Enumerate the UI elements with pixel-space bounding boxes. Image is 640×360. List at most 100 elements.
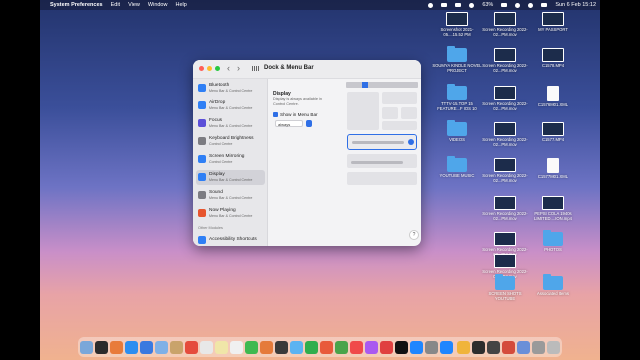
video-thumbnail-icon — [542, 196, 564, 210]
module-description: Display is always available in Control C… — [273, 97, 322, 106]
show-all-grid-icon[interactable] — [252, 66, 259, 71]
desktop-item[interactable]: C1577.MP4 — [528, 122, 578, 142]
video-thumbnail-icon — [494, 12, 516, 26]
dock-app-icon[interactable] — [502, 340, 515, 354]
dock-app-icon[interactable] — [380, 340, 393, 354]
dock-app-icon[interactable] — [95, 340, 108, 354]
desktop-item[interactable]: C1577M01.XML — [528, 158, 578, 179]
dock-app-icon[interactable] — [290, 340, 303, 354]
battery-icon[interactable] — [501, 3, 508, 7]
dock-app-icon[interactable] — [275, 340, 288, 354]
volume-icon[interactable] — [469, 2, 475, 8]
desktop-item[interactable]: YOUTUBE MUSIC — [432, 156, 482, 178]
dock-app-icon[interactable] — [395, 340, 408, 354]
sidebar-item-focus[interactable]: Focus Menu Bar & Control Centre — [196, 116, 265, 131]
sidebar-item-display[interactable]: Display Menu Bar & Control Centre — [196, 170, 265, 185]
dock-app-icon[interactable] — [185, 340, 198, 354]
desktop-item[interactable]: Screen Recording 2022-02...PM.mov — [480, 12, 530, 37]
minimize-button[interactable] — [207, 66, 212, 71]
preview-tile — [382, 121, 417, 130]
sidebar-item-title: AirDrop — [209, 100, 226, 105]
desktop-item[interactable]: MY PASSPORT — [528, 12, 578, 32]
sidebar-item-subtitle: Control Centre — [209, 160, 233, 164]
dock-app-icon[interactable] — [365, 340, 378, 354]
chevron-updown-icon[interactable] — [306, 120, 312, 127]
display-module-icon — [198, 173, 206, 181]
desktop-item[interactable]: Screen Recording 2022-02...PM.mov — [480, 86, 530, 111]
desktop-item[interactable]: Screenshot 2021-05....15.52 PM — [432, 12, 482, 37]
sidebar-item-screen-mirroring[interactable]: Screen Mirroring Control Centre — [196, 152, 265, 167]
menu-edit[interactable]: Edit — [111, 2, 120, 8]
menu-help[interactable]: Help — [175, 2, 186, 8]
sidebar-item-sound[interactable]: Sound Menu Bar & Control Centre — [196, 188, 265, 203]
desktop-item[interactable]: C1576M01.XML — [528, 86, 578, 107]
desktop-item[interactable]: Screen Recording 2022-02...PM.mov — [480, 48, 530, 73]
window-title: Dock & Menu Bar — [264, 65, 314, 71]
dock-app-icon[interactable] — [260, 340, 273, 354]
dock-app-icon[interactable] — [245, 340, 258, 354]
sidebar-item-airdrop[interactable]: AirDrop Menu Bar & Control Centre — [196, 98, 265, 113]
help-button[interactable]: ? — [409, 230, 419, 240]
sidebar-item-title: Sound — [209, 190, 223, 195]
dock-app-icon[interactable] — [410, 340, 423, 354]
sidebar-item-keyboard-brightness[interactable]: Keyboard Brightness Control Centre — [196, 134, 265, 149]
folder-icon — [495, 274, 515, 290]
desktop-item[interactable]: Screen Recording 2022-02...PM.mov — [480, 158, 530, 183]
desktop-item-label: MY PASSPORT — [538, 27, 568, 32]
dock-app-icon[interactable] — [140, 340, 153, 354]
dock-app-icon[interactable] — [517, 340, 530, 354]
dock-app-icon[interactable] — [80, 340, 93, 354]
dock-app-icon[interactable] — [472, 340, 485, 354]
sidebar-item-bluetooth[interactable]: Bluetooth Menu Bar & Control Centre — [196, 81, 265, 96]
control-centre-icon[interactable] — [541, 3, 548, 7]
desktop-item[interactable]: TTTV-15.TOP 15 FEATURE...F IOS 10 — [432, 84, 482, 111]
dock-app-icon[interactable] — [335, 340, 348, 354]
show-in-menu-bar-checkbox[interactable] — [273, 112, 278, 117]
desktop-item-label: Screenshot 2021-05....15.52 PM — [440, 27, 474, 37]
sidebar-item-now-playing[interactable]: Now Playing Menu Bar & Control Centre — [196, 206, 265, 221]
dock-app-icon[interactable] — [155, 340, 168, 354]
forward-icon[interactable]: › — [237, 63, 240, 73]
dock-app-icon[interactable] — [457, 340, 470, 354]
desktop-item[interactable]: C1578.MP4 — [528, 48, 578, 68]
bluetooth-icon[interactable] — [455, 3, 462, 7]
desktop-item[interactable]: VIDEOS — [432, 120, 482, 142]
dock-app-icon[interactable] — [350, 340, 363, 354]
wifi-icon[interactable] — [515, 2, 521, 8]
desktop-item[interactable]: SOUMYA KINDLE NOVEL PROJECT — [432, 46, 482, 73]
menu-datetime[interactable]: Sun 6 Feb 15:12 — [555, 2, 596, 8]
dock-app-icon[interactable] — [320, 340, 333, 354]
search-icon[interactable] — [528, 2, 534, 8]
desktop-item[interactable]: Screen Recording 2022-02...PM.mov — [480, 196, 530, 221]
dock-app-icon[interactable] — [440, 340, 453, 354]
dock-app-icon[interactable] — [547, 340, 560, 354]
desktop-item[interactable]: Screen Recording 2022-02...PM.mov — [480, 122, 530, 147]
menu-app-name[interactable]: System Preferences — [50, 2, 103, 8]
menu-view[interactable]: View — [128, 2, 140, 8]
desktop-item-label: C1576M01.XML — [537, 102, 569, 107]
dock-app-icon[interactable] — [110, 340, 123, 354]
menu-window[interactable]: Window — [148, 2, 168, 8]
sidebar-item-accessibility-shortcuts[interactable]: Accessibility Shortcuts — [196, 233, 265, 246]
recording-icon[interactable] — [428, 2, 434, 8]
desktop-item[interactable]: PHOTOS — [528, 230, 578, 252]
desktop-item[interactable]: SCREEN SHOTS YOUTUBE — [480, 274, 530, 301]
dock-app-icon[interactable] — [200, 340, 213, 354]
desktop-item[interactable]: Associated Items — [528, 274, 578, 296]
brightness-slider-track — [352, 141, 404, 144]
dock-app-icon[interactable] — [230, 340, 243, 354]
dock-app-icon[interactable] — [425, 340, 438, 354]
desktop-item[interactable]: PEPSI COLA 1940s LIMITED....ION.mp4 — [528, 196, 578, 221]
dock-app-icon[interactable] — [532, 340, 545, 354]
desktop-item-label: C1578.MP4 — [541, 63, 565, 68]
back-icon[interactable]: ‹ — [227, 63, 230, 73]
dock-app-icon[interactable] — [487, 340, 500, 354]
menu-bar-visibility-select[interactable]: always — [275, 120, 303, 127]
dock-app-icon[interactable] — [215, 340, 228, 354]
dock-app-icon[interactable] — [305, 340, 318, 354]
display-icon[interactable] — [441, 3, 448, 7]
dock-app-icon[interactable] — [170, 340, 183, 354]
zoom-button[interactable] — [215, 66, 220, 71]
close-button[interactable] — [199, 66, 204, 71]
dock-app-icon[interactable] — [125, 340, 138, 354]
